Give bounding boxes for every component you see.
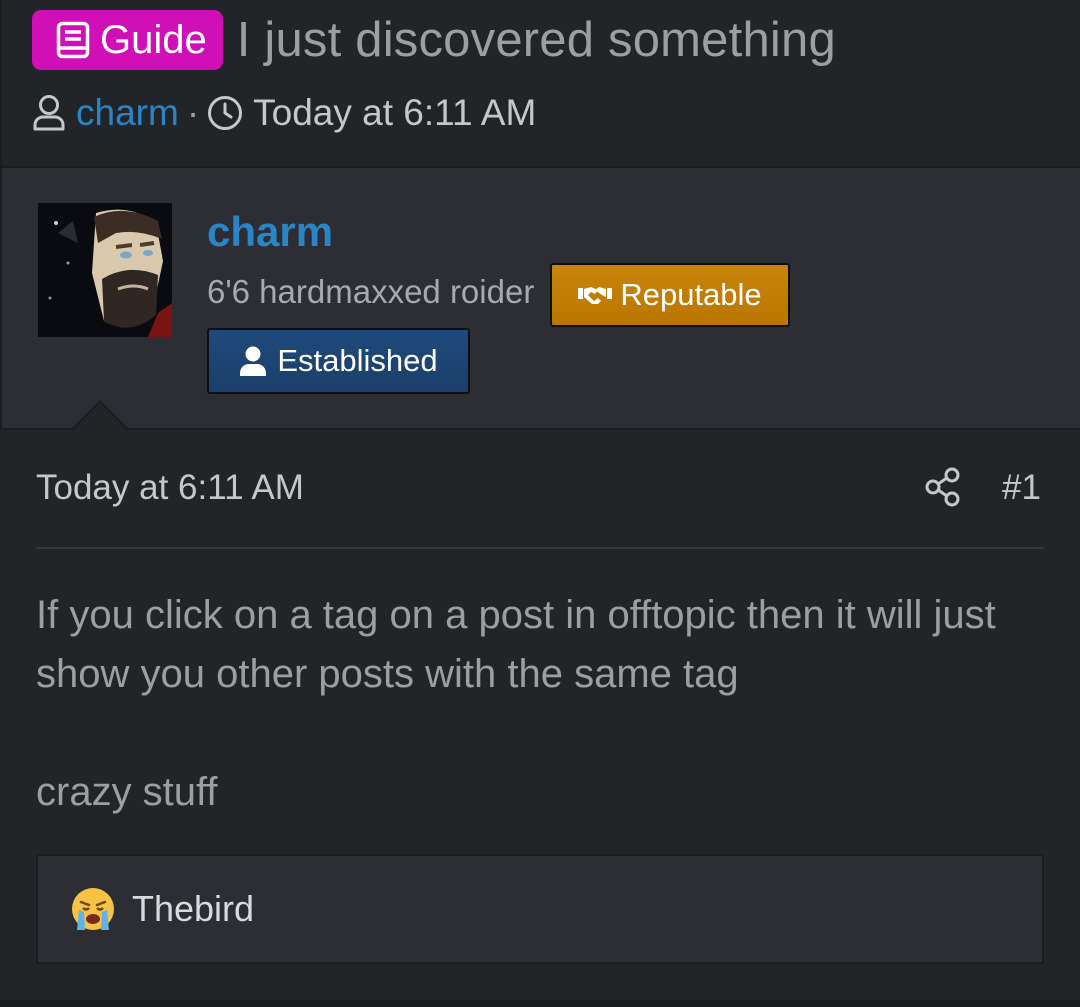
thread-header: Guide I just discovered something charm … — [0, 0, 1080, 168]
thread-meta: charm · Today at 6:11 AM — [32, 92, 536, 134]
reaction-users-link[interactable]: Thebird — [132, 888, 254, 930]
post-number-link[interactable]: #1 — [1002, 468, 1041, 508]
user-icon — [240, 346, 267, 376]
post-text: crazy stuff — [36, 770, 218, 814]
share-icon[interactable] — [925, 467, 961, 507]
clock-icon — [208, 96, 243, 130]
thread-date-link[interactable]: Today at 6:11 AM — [253, 92, 536, 134]
reputable-banner: Reputable — [550, 263, 790, 327]
user-arrow — [72, 403, 128, 431]
prefix-badge-guide[interactable]: Guide — [32, 10, 223, 70]
reputable-label: Reputable — [620, 277, 762, 312]
message-user-block: charm 6'6 hardmaxxed roider Reputable Es… — [0, 168, 1080, 430]
thread-page: Guide I just discovered something charm … — [0, 0, 1080, 1007]
thread-title: I just discovered something — [236, 13, 836, 67]
reactions-bar[interactable]: Thebird — [36, 854, 1044, 964]
user-outline-icon — [33, 95, 65, 131]
thread-author-link[interactable]: charm — [76, 92, 179, 134]
post-divider — [36, 547, 1044, 549]
avatar[interactable] — [38, 203, 172, 337]
established-label: Established — [277, 343, 438, 378]
meta-separator: · — [186, 92, 200, 133]
avatar-image — [38, 203, 172, 337]
handshake-icon — [578, 287, 613, 304]
post-text: If you click on a tag on a post in offto… — [36, 593, 996, 696]
prefix-label: Guide — [100, 17, 207, 62]
post-date-link[interactable]: Today at 6:11 AM — [36, 468, 304, 508]
username-link[interactable]: charm — [207, 208, 333, 256]
title-row: Guide I just discovered something — [32, 10, 836, 70]
established-banner: Established — [207, 328, 470, 394]
page-bottom-border — [0, 1000, 1080, 1007]
post-body: If you click on a tag on a post in offto… — [36, 586, 1044, 822]
book-icon — [56, 21, 90, 59]
user-title: 6'6 hardmaxxed roider — [207, 273, 535, 310]
crying-face-icon — [72, 888, 114, 930]
